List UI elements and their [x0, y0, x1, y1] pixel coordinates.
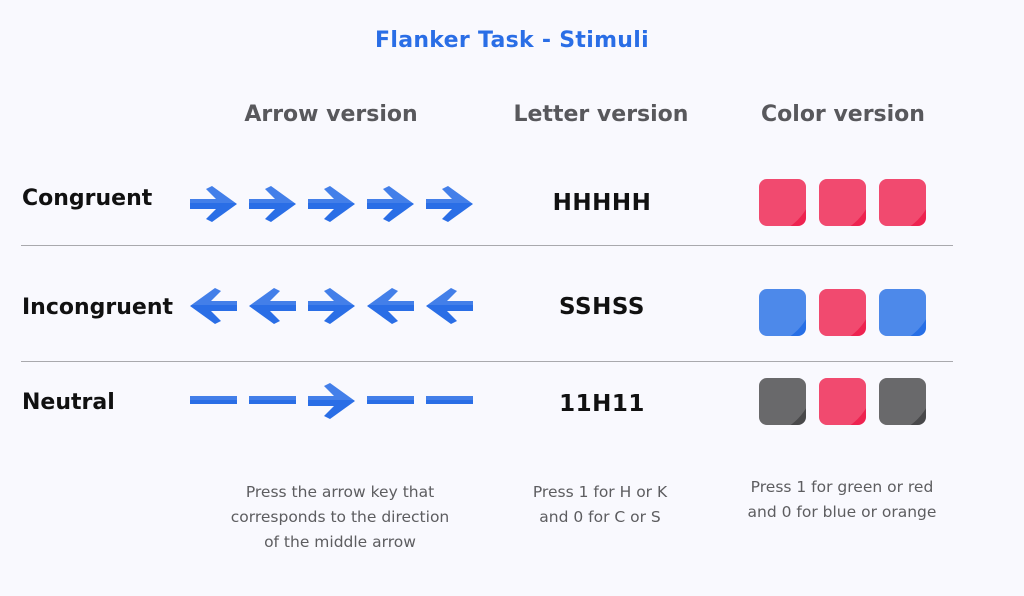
- row-divider: [21, 361, 953, 362]
- instruction-arrow: Press the arrow key that corresponds to …: [190, 480, 490, 555]
- dash-icon: [190, 396, 237, 404]
- gray-square-icon: [759, 378, 806, 425]
- color-stimulus-neutral: [759, 378, 929, 426]
- instruction-line: and 0 for blue or orange: [747, 503, 937, 521]
- gloss-highlight: [819, 289, 866, 336]
- column-header-color: Color version: [761, 102, 925, 127]
- blue-square-icon: [759, 289, 806, 336]
- instruction-line: Press the arrow key that: [245, 483, 435, 501]
- letter-stimulus-incongruent: SSHSS: [559, 294, 645, 320]
- right-arrow-icon: [426, 186, 473, 222]
- gloss-highlight: [819, 378, 866, 425]
- gloss-highlight: [819, 179, 866, 226]
- right-arrow-icon: [308, 186, 355, 222]
- instruction-line: of the middle arrow: [264, 533, 416, 551]
- left-arrow-icon: [190, 288, 237, 324]
- red-square-icon: [819, 378, 866, 425]
- arrow-stimulus-congruent: [190, 186, 474, 222]
- arrow-stimulus-neutral: [190, 383, 474, 419]
- row-label-neutral: Neutral: [22, 390, 115, 415]
- instruction-letter: Press 1 for H or K and 0 for C or S: [498, 480, 702, 530]
- left-arrow-icon: [367, 288, 414, 324]
- blue-square-icon: [879, 289, 926, 336]
- red-square-icon: [879, 179, 926, 226]
- red-square-icon: [819, 289, 866, 336]
- dash-icon: [426, 396, 473, 404]
- left-arrow-icon: [426, 288, 473, 324]
- instruction-line: and 0 for C or S: [539, 508, 661, 526]
- color-stimulus-incongruent: [759, 289, 929, 337]
- column-header-arrow: Arrow version: [244, 102, 418, 127]
- gloss-highlight: [759, 289, 806, 336]
- right-arrow-icon: [308, 288, 355, 324]
- row-label-incongruent: Incongruent: [22, 295, 174, 320]
- arrow-stimulus-incongruent: [190, 288, 474, 324]
- dash-icon: [249, 396, 296, 404]
- red-square-icon: [759, 179, 806, 226]
- page-title: Flanker Task - Stimuli: [375, 28, 649, 53]
- left-arrow-icon: [249, 288, 296, 324]
- color-stimulus-congruent: [759, 179, 929, 227]
- instruction-color: Press 1 for green or red and 0 for blue …: [722, 475, 962, 525]
- right-arrow-icon: [249, 186, 296, 222]
- gloss-highlight: [879, 378, 926, 425]
- gloss-highlight: [879, 289, 926, 336]
- row-divider: [21, 245, 953, 246]
- dash-icon: [367, 396, 414, 404]
- instruction-line: Press 1 for green or red: [750, 478, 934, 496]
- gray-square-icon: [879, 378, 926, 425]
- column-header-letter: Letter version: [513, 102, 689, 127]
- letter-stimulus-neutral: 11H11: [559, 391, 645, 417]
- gloss-highlight: [879, 179, 926, 226]
- gloss-highlight: [759, 179, 806, 226]
- right-arrow-icon: [308, 383, 355, 419]
- row-label-congruent: Congruent: [22, 186, 153, 211]
- gloss-highlight: [759, 378, 806, 425]
- red-square-icon: [819, 179, 866, 226]
- right-arrow-icon: [367, 186, 414, 222]
- instruction-line: corresponds to the direction: [230, 508, 450, 526]
- right-arrow-icon: [190, 186, 237, 222]
- instruction-line: Press 1 for H or K: [532, 483, 668, 501]
- letter-stimulus-congruent: HHHHH: [552, 190, 652, 216]
